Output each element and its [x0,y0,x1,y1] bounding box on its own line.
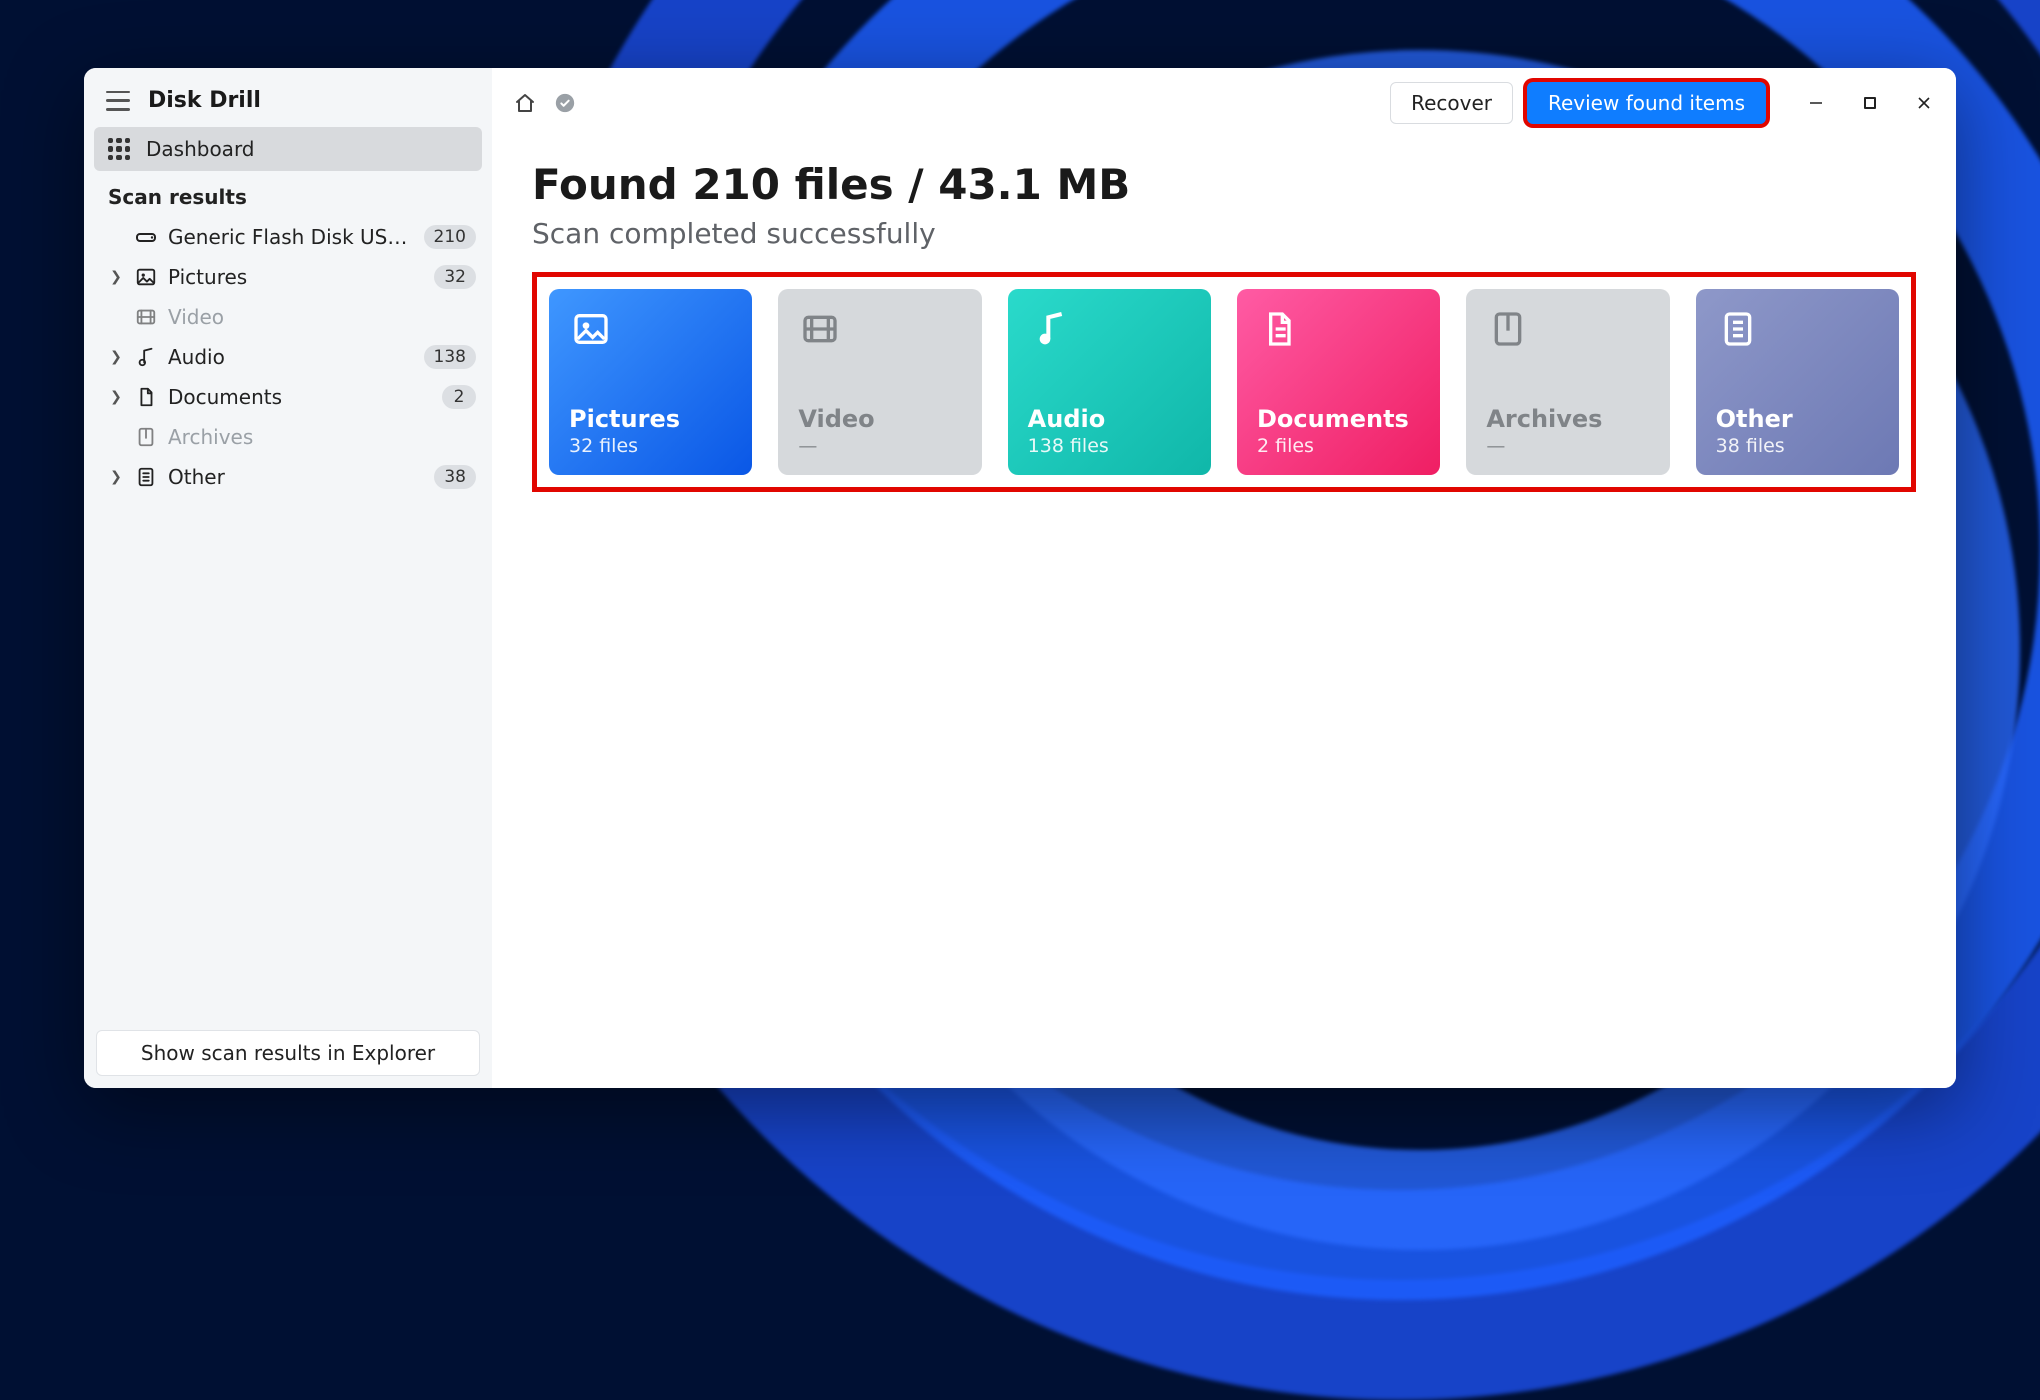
sidebar: Disk Drill Dashboard Scan results Generi… [84,68,492,1088]
card-sub: 138 files [1028,435,1191,457]
chevron-right-icon: ❯ [108,349,124,365]
minimize-button[interactable] [1804,91,1828,115]
card-sub: 32 files [569,435,732,457]
nav-dashboard-label: Dashboard [146,137,255,161]
app-window: Disk Drill Dashboard Scan results Generi… [84,68,1956,1088]
sidebar-item-count: 138 [424,345,476,369]
content: Found 210 files / 43.1 MB Scan completed… [492,138,1956,514]
sidebar-item-label: Audio [168,345,414,369]
toolbar: Recover Review found items [492,68,1956,138]
close-button[interactable] [1912,91,1936,115]
device-label: Generic Flash Disk USB… [168,225,414,249]
sidebar-footer: Show scan results in Explorer [94,1030,482,1078]
review-found-items-button[interactable]: Review found items [1527,82,1766,124]
document-icon [1257,307,1301,351]
section-label: Scan results [94,171,482,217]
card-sub: 2 files [1257,435,1420,457]
card-sub: 38 files [1716,435,1879,457]
sidebar-header: Disk Drill [94,82,482,127]
video-icon [134,305,158,329]
video-icon [798,307,842,351]
dashboard-icon [108,138,130,160]
sidebar-item-audio[interactable]: ❯ Audio 138 [94,337,482,377]
card-other[interactable]: Other 38 files [1696,289,1899,475]
sidebar-item-video[interactable]: Video [94,297,482,337]
card-title: Pictures [569,405,732,433]
maximize-button[interactable] [1858,91,1882,115]
card-documents[interactable]: Documents 2 files [1237,289,1440,475]
subhead: Scan completed successfully [532,217,1916,250]
headline: Found 210 files / 43.1 MB [532,160,1916,209]
archive-icon [1486,307,1530,351]
chevron-right-icon: ❯ [108,389,124,405]
card-sub: — [798,435,961,457]
home-icon[interactable] [512,90,538,116]
picture-icon [134,265,158,289]
picture-icon [569,307,613,351]
chevron-right-icon: ❯ [108,269,124,285]
other-icon [1716,307,1760,351]
sidebar-item-label: Documents [168,385,432,409]
sidebar-item-pictures[interactable]: ❯ Pictures 32 [94,257,482,297]
card-sub: — [1486,435,1649,457]
card-video[interactable]: Video — [778,289,981,475]
audio-icon [134,345,158,369]
other-icon [134,465,158,489]
card-title: Video [798,405,961,433]
sidebar-item-archives[interactable]: Archives [94,417,482,457]
app-title: Disk Drill [148,88,261,113]
document-icon [134,385,158,409]
archive-icon [134,425,158,449]
card-title: Other [1716,405,1879,433]
sidebar-item-count: 38 [434,465,476,489]
nav-dashboard[interactable]: Dashboard [94,127,482,171]
sidebar-item-count: 32 [434,265,476,289]
sidebar-item-label: Pictures [168,265,424,289]
audio-icon [1028,307,1072,351]
menu-icon[interactable] [106,91,130,111]
card-title: Archives [1486,405,1649,433]
sidebar-item-label: Archives [168,425,476,449]
sidebar-item-label: Video [168,305,476,329]
check-circle-icon[interactable] [552,90,578,116]
drive-icon [134,225,158,249]
sidebar-item-documents[interactable]: ❯ Documents 2 [94,377,482,417]
main-panel: Recover Review found items Found 210 fil… [492,68,1956,1088]
card-title: Audio [1028,405,1191,433]
card-audio[interactable]: Audio 138 files [1008,289,1211,475]
card-title: Documents [1257,405,1420,433]
sidebar-item-label: Other [168,465,424,489]
device-row[interactable]: Generic Flash Disk USB… 210 [94,217,482,257]
sidebar-item-count: 2 [442,385,476,409]
chevron-right-icon: ❯ [108,469,124,485]
category-cards: Pictures 32 files Video — Audio 138 file… [532,272,1916,492]
card-archives[interactable]: Archives — [1466,289,1669,475]
recover-button[interactable]: Recover [1390,82,1513,124]
sidebar-item-other[interactable]: ❯ Other 38 [94,457,482,497]
card-pictures[interactable]: Pictures 32 files [549,289,752,475]
device-count: 210 [424,225,476,249]
show-in-explorer-button[interactable]: Show scan results in Explorer [96,1030,480,1076]
